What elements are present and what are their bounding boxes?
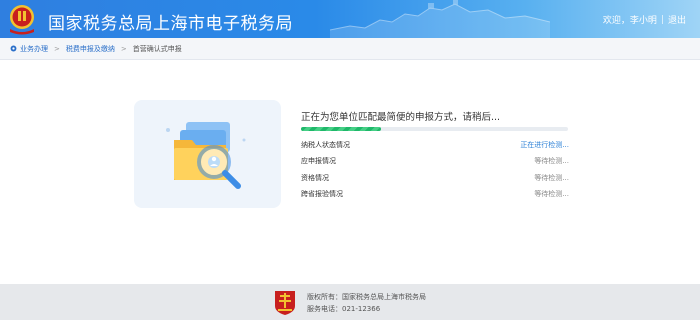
check-name: 应申报情况	[301, 157, 336, 165]
tax-bureau-emblem-icon	[10, 5, 34, 35]
site-title: 国家税务总局上海市电子税务局	[48, 14, 293, 34]
check-row-cross-province: 跨省报验情况 等待检测...	[301, 188, 569, 200]
check-name: 资格情况	[301, 174, 329, 182]
matching-status-title: 正在为您单位匹配最简便的申报方式，请稍后...	[301, 112, 501, 123]
check-name: 跨省报验情况	[301, 190, 343, 198]
check-state: 正在进行检测...	[520, 141, 569, 149]
user-area: 欢迎，李小明 | 退出	[603, 13, 686, 27]
check-state: 等待检测...	[534, 157, 569, 165]
matching-progress-fill	[301, 127, 382, 131]
footer-copyright: 版权所有：国家税务总局上海市税务局	[307, 293, 426, 301]
breadcrumb-separator: >	[54, 44, 60, 53]
great-wall-decoration	[330, 0, 550, 38]
check-row-qualification: 资格情况 等待检测...	[301, 172, 569, 184]
location-pin-icon	[10, 45, 17, 52]
breadcrumb-item-tax-filing[interactable]: 税费申报及缴纳	[66, 44, 115, 54]
breadcrumb: 业务办理 > 税费申报及缴纳 > 首营确认式申报	[0, 38, 700, 60]
check-name: 纳税人状态情况	[301, 141, 350, 149]
top-header: 国家税务总局上海市电子税务局 欢迎，李小明 | 退出	[0, 0, 700, 38]
matching-illustration	[134, 100, 281, 208]
logout-link[interactable]: 退出	[668, 13, 686, 26]
check-row-filing-obligation: 应申报情况 等待检测...	[301, 155, 569, 167]
footer-phone: 服务电话：021-12366	[307, 305, 381, 313]
breadcrumb-separator: >	[120, 44, 127, 53]
check-row-taxpayer-status: 纳税人状态情况 正在进行检测...	[301, 139, 569, 151]
check-state: 等待检测...	[534, 174, 569, 182]
header-separator: |	[660, 14, 664, 25]
breadcrumb-item-current: 首营确认式申报	[132, 44, 182, 53]
check-state: 等待检测...	[534, 190, 569, 198]
breadcrumb-item-business[interactable]: 业务办理	[20, 44, 48, 54]
footer-text: 版权所有：国家税务总局上海市税务局 服务电话：021-12366	[307, 291, 426, 315]
user-greeting[interactable]: 欢迎，李小明	[603, 13, 657, 26]
folder-search-icon	[166, 122, 246, 189]
matching-progress-bar	[301, 127, 568, 131]
tax-badge-icon	[275, 291, 295, 315]
page-footer: 版权所有：国家税务总局上海市税务局 服务电话：021-12366	[0, 284, 700, 320]
